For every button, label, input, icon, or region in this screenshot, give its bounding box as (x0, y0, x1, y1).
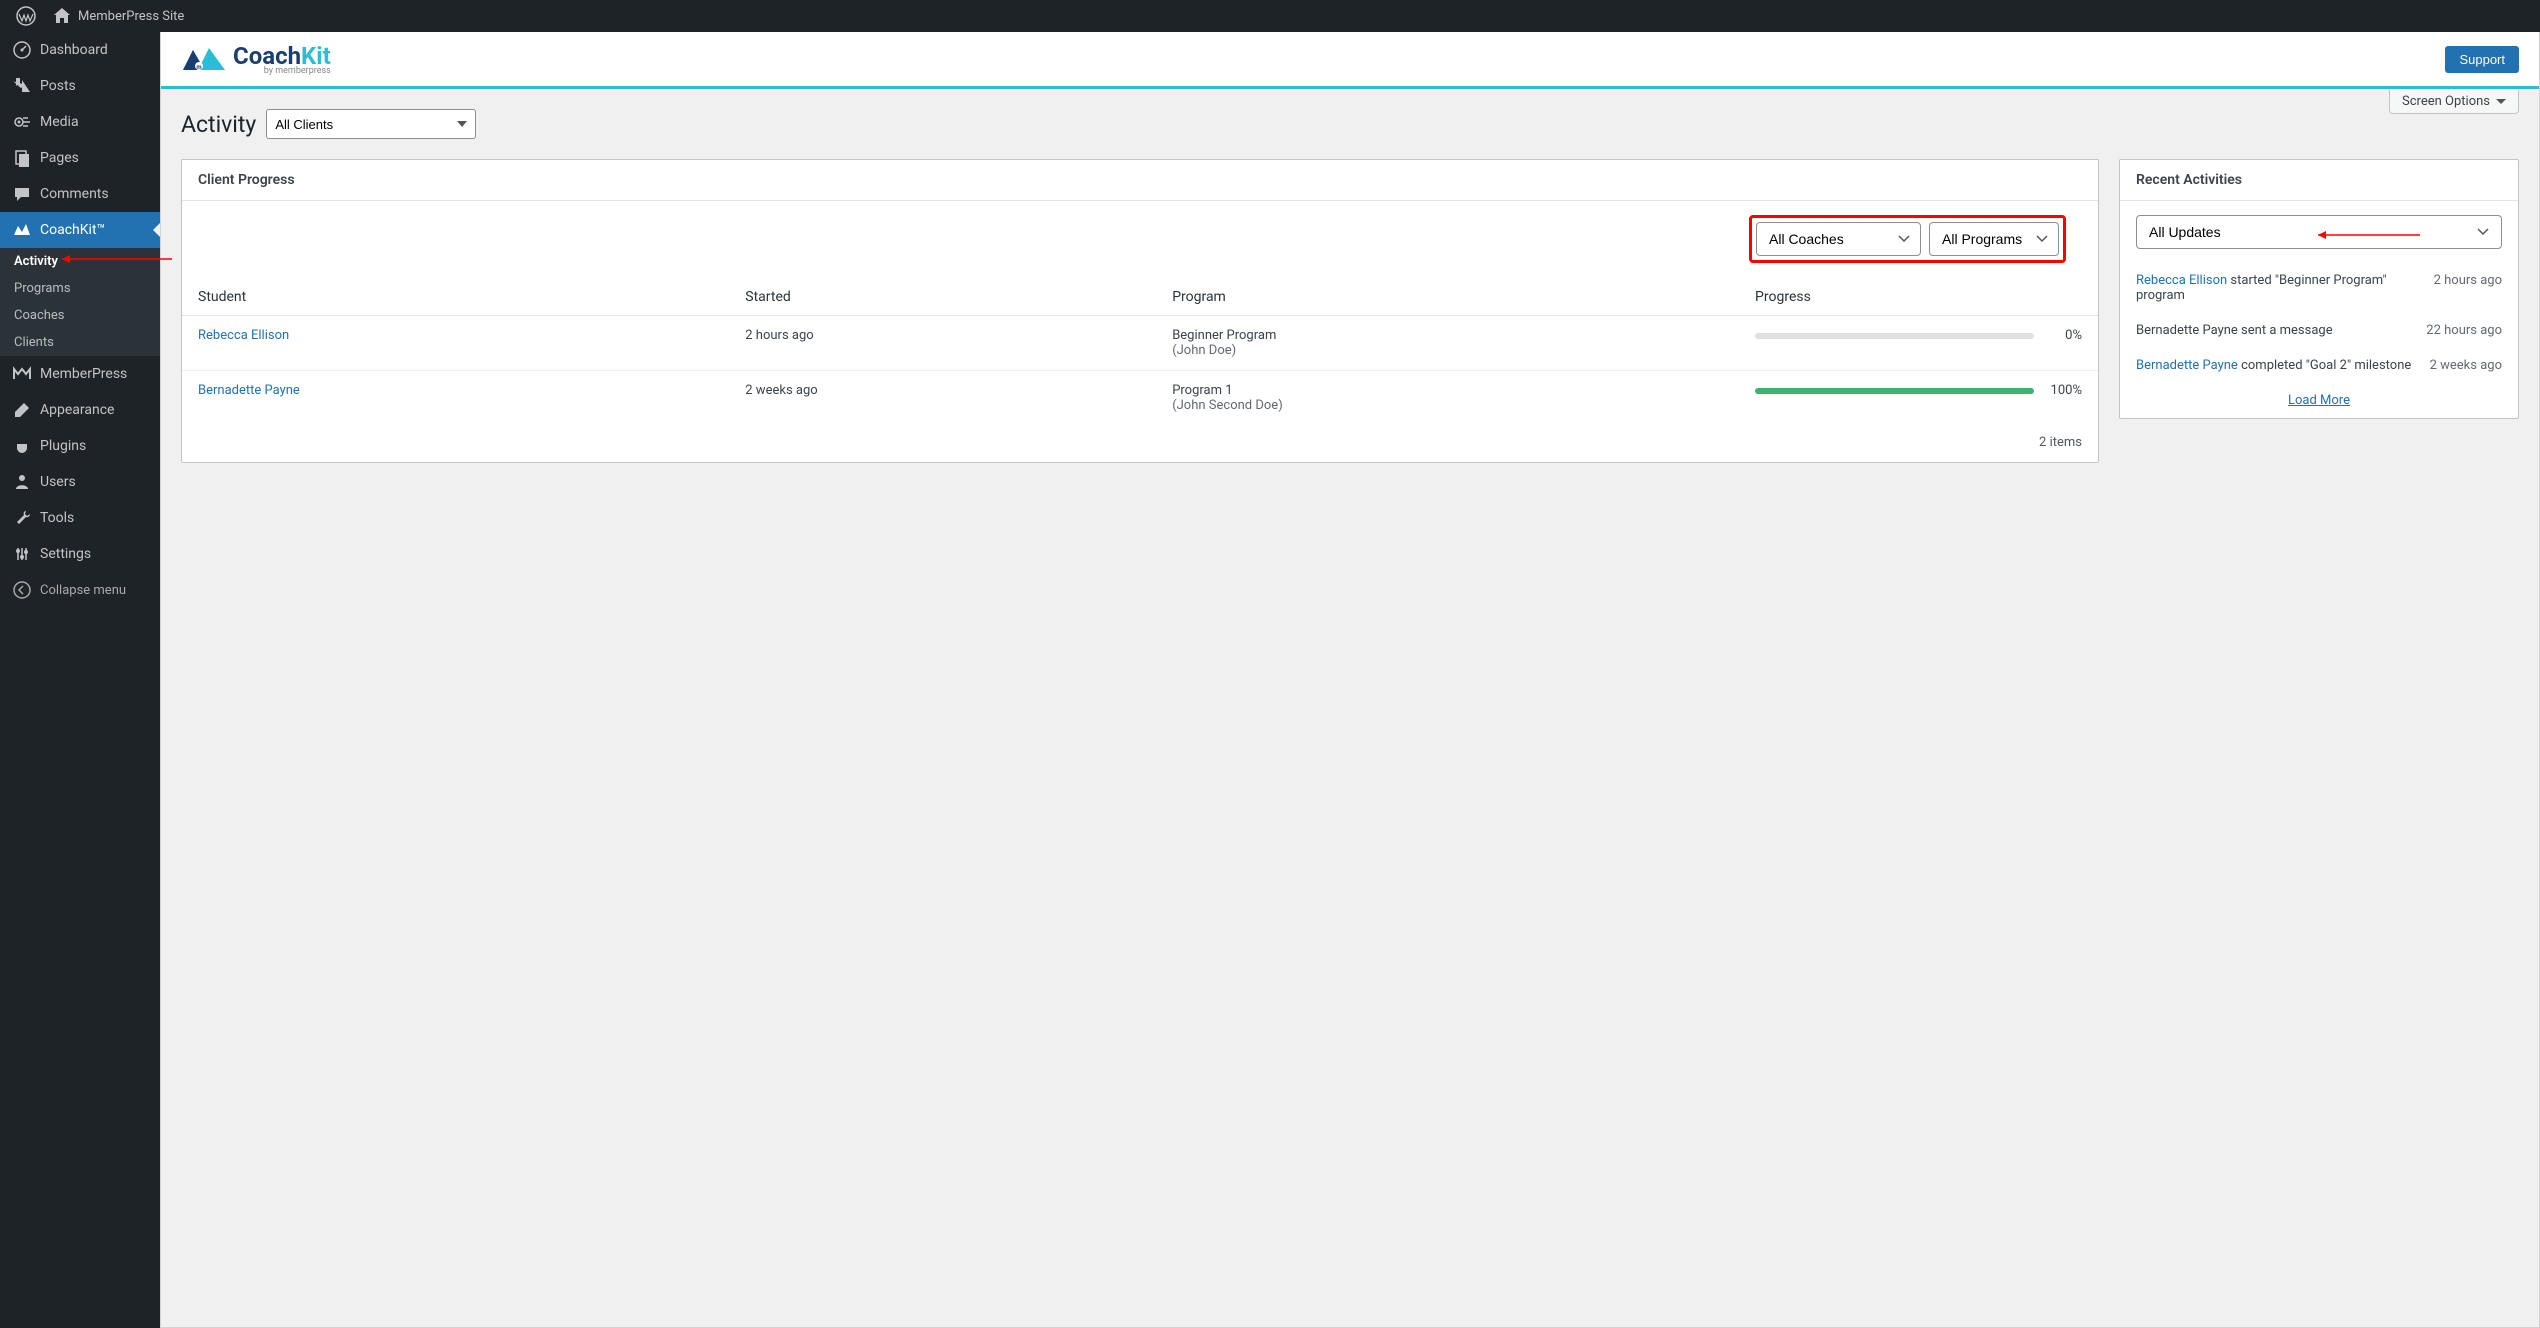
activity-item: Rebecca Ellison started "Beginner Progra… (2120, 263, 2518, 313)
menu-coachkit[interactable]: CoachKit™ (0, 212, 160, 248)
support-button[interactable]: Support (2445, 46, 2519, 73)
menu-users[interactable]: Users (0, 464, 160, 500)
menu-memberpress[interactable]: MemberPress (0, 356, 160, 392)
activity-item: Bernadette Payne sent a message 22 hours… (2120, 313, 2518, 348)
progress-bar (1755, 388, 2034, 394)
activity-link[interactable]: Rebecca Ellison (2136, 273, 2227, 288)
submenu-programs[interactable]: Programs (0, 275, 160, 302)
menu-tools[interactable]: Tools (0, 500, 160, 536)
student-link[interactable]: Rebecca Ellison (198, 328, 289, 343)
admin-sidebar: Dashboard Posts Media Pages Comments Coa… (0, 32, 160, 1328)
page-title: Activity (181, 111, 256, 138)
submenu-clients[interactable]: Clients (0, 329, 160, 356)
recent-activities-title: Recent Activities (2120, 160, 2518, 201)
submenu-coaches[interactable]: Coaches (0, 302, 160, 329)
coachkit-logo-icon: m (181, 44, 227, 74)
page-header: Activity All Clients (181, 109, 2519, 139)
col-progress: Progress (1739, 279, 2098, 316)
annotation-arrow-activity (52, 253, 172, 265)
recent-activities-panel: Recent Activities All Updates Rebecca El… (2119, 159, 2519, 419)
client-progress-panel: Client Progress All Coaches All Programs (181, 159, 2099, 463)
menu-posts[interactable]: Posts (0, 68, 160, 104)
menu-comments[interactable]: Comments (0, 176, 160, 212)
menu-appearance[interactable]: Appearance (0, 392, 160, 428)
program-filter-select[interactable]: All Programs (1929, 222, 2059, 256)
col-started: Started (729, 279, 1156, 316)
table-row: Bernadette Payne 2 weeks ago Program 1(J… (182, 371, 2098, 426)
admin-bar: MemberPress Site (0, 0, 2540, 32)
site-name-label: MemberPress Site (78, 9, 184, 24)
wp-logo[interactable] (8, 0, 44, 32)
student-link[interactable]: Bernadette Payne (198, 383, 300, 398)
site-name[interactable]: MemberPress Site (44, 0, 192, 32)
client-progress-table: Student Started Program Progress Rebecca… (182, 279, 2098, 425)
menu-settings[interactable]: Settings (0, 536, 160, 572)
coachkit-banner: m CoachKit by memberpress Support (161, 32, 2539, 89)
menu-dashboard[interactable]: Dashboard (0, 32, 160, 68)
collapse-menu[interactable]: Collapse menu (0, 572, 160, 608)
col-student: Student (182, 279, 729, 316)
coach-filter-select[interactable]: All Coaches (1756, 222, 1921, 256)
filters-highlight-annotation: All Coaches All Programs (1749, 215, 2066, 263)
content-area: m CoachKit by memberpress Support Screen… (160, 32, 2540, 1328)
progress-bar (1755, 333, 2034, 339)
items-count: 2 items (182, 425, 2098, 462)
activity-item: Bernadette Payne completed "Goal 2" mile… (2120, 348, 2518, 383)
chevron-down-icon (2496, 99, 2506, 105)
coachkit-logo: m CoachKit by memberpress (181, 42, 331, 76)
table-row: Rebecca Ellison 2 hours ago Beginner Pro… (182, 316, 2098, 371)
activity-link[interactable]: Bernadette Payne (2136, 358, 2238, 373)
coachkit-submenu: Activity Programs Coaches Clients (0, 248, 160, 356)
col-program: Program (1156, 279, 1739, 316)
screen-options-tab[interactable]: Screen Options (2389, 90, 2519, 114)
client-progress-title: Client Progress (182, 160, 2098, 201)
menu-pages[interactable]: Pages (0, 140, 160, 176)
load-more-link[interactable]: Load More (2288, 393, 2350, 408)
activity-filter-select[interactable]: All Updates (2136, 215, 2502, 249)
menu-media[interactable]: Media (0, 104, 160, 140)
menu-plugins[interactable]: Plugins (0, 428, 160, 464)
svg-text:m: m (196, 64, 201, 71)
clients-filter-select[interactable]: All Clients (266, 109, 476, 139)
submenu-activity[interactable]: Activity (0, 248, 160, 275)
